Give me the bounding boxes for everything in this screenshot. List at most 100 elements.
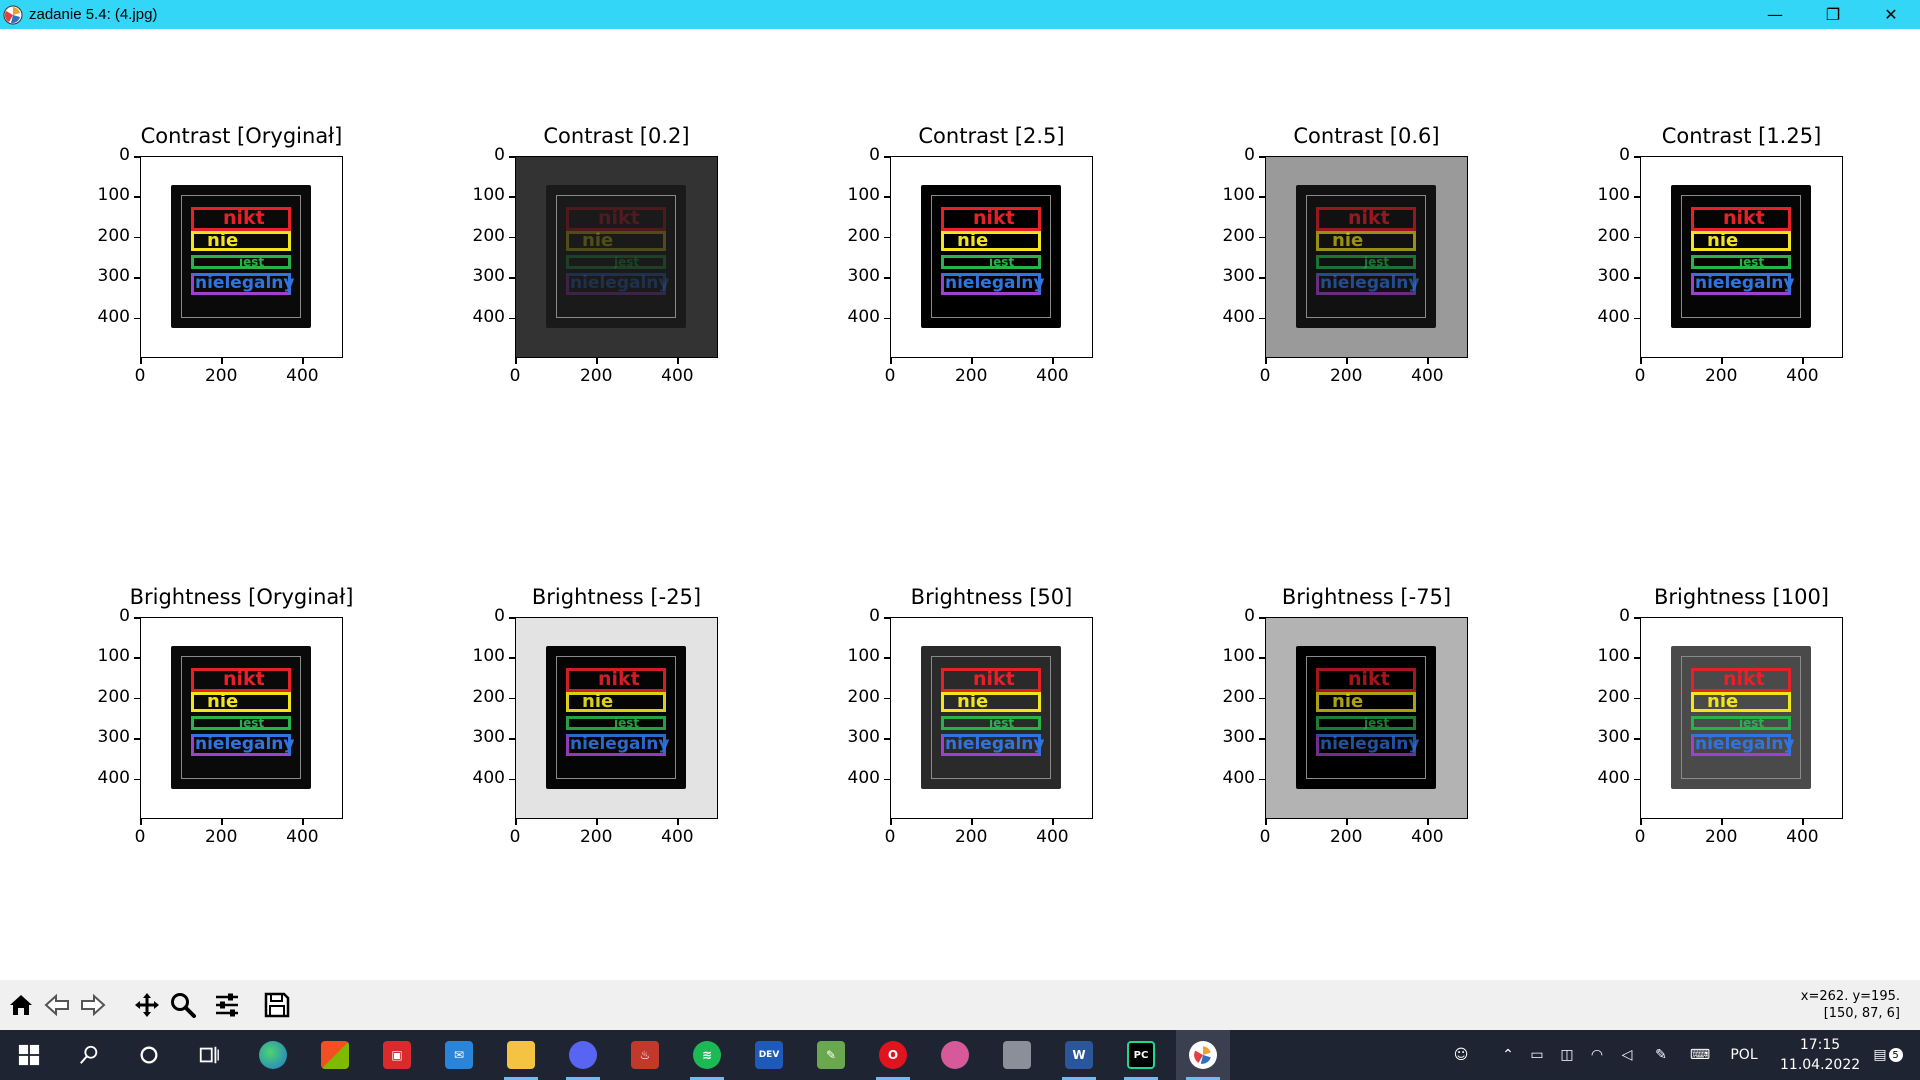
- keyboard-icon[interactable]: ⌨: [1684, 1030, 1716, 1080]
- microsoft-store-icon: [321, 1041, 349, 1069]
- home-icon: [10, 995, 32, 1015]
- taskbar-notepad[interactable]: ✎: [804, 1030, 858, 1080]
- language-indicator[interactable]: POL: [1724, 1030, 1764, 1080]
- home-button[interactable]: [4, 988, 38, 1022]
- search-button[interactable]: [62, 1030, 116, 1080]
- x-tick-mark: [140, 358, 142, 364]
- cortana-button[interactable]: [122, 1030, 176, 1080]
- task-view-button[interactable]: [182, 1030, 236, 1080]
- image-axes[interactable]: nikt nie jest nielegalny: [890, 156, 1093, 358]
- taskbar-pycharm[interactable]: PC: [1114, 1030, 1168, 1080]
- clock[interactable]: 17:15 11.04.2022: [1780, 1035, 1860, 1075]
- sticker-image: nikt nie jest nielegalny: [1671, 646, 1811, 789]
- x-tick-mark: [1052, 819, 1054, 825]
- opera-icon: O: [879, 1041, 907, 1069]
- save-button[interactable]: [260, 988, 294, 1022]
- start-button[interactable]: [2, 1030, 56, 1080]
- wifi-icon[interactable]: ◠: [1584, 1030, 1610, 1080]
- taskbar-dev-app[interactable]: DEV: [742, 1030, 796, 1080]
- y-tick-mark: [884, 317, 890, 320]
- y-tick-label: 200: [1222, 686, 1255, 707]
- taskbar-word[interactable]: W: [1052, 1030, 1106, 1080]
- task-view-icon: [199, 1046, 219, 1064]
- pen-icon[interactable]: ✎: [1648, 1030, 1674, 1080]
- y-tick-label: 400: [97, 306, 130, 327]
- image-axes[interactable]: nikt nie jest nielegalny: [515, 156, 718, 358]
- sticker-word: nie: [207, 230, 239, 251]
- floppy-disk-icon: [264, 992, 290, 1018]
- x-tick-label: 400: [1036, 366, 1069, 386]
- x-tick-mark: [1265, 358, 1267, 364]
- image-axes[interactable]: nikt nie jest nielegalny: [140, 156, 343, 358]
- sticker-word: nielegalny: [945, 734, 1045, 754]
- sticker-word: nikt: [973, 668, 1015, 690]
- y-tick-label: 100: [847, 185, 880, 206]
- y-tick-label: 100: [472, 646, 505, 667]
- discord-icon: [569, 1041, 597, 1069]
- restore-button[interactable]: ❐: [1804, 0, 1862, 29]
- x-tick-label: 0: [884, 827, 896, 847]
- y-tick-label: 200: [1597, 225, 1630, 246]
- image-axes[interactable]: nikt nie jest nielegalny: [515, 617, 718, 819]
- y-tick-label: 300: [97, 727, 130, 748]
- y-tick-label: 200: [847, 686, 880, 707]
- forward-button[interactable]: [76, 988, 110, 1022]
- y-tick-label: 300: [847, 727, 880, 748]
- zoom-button[interactable]: [166, 988, 200, 1022]
- volume-icon[interactable]: ◁: [1614, 1030, 1640, 1080]
- cursor-xy: x=262. y=195.: [1800, 989, 1900, 1004]
- image-axes[interactable]: nikt nie jest nielegalny: [140, 617, 343, 819]
- sticker-word: nielegalny: [195, 273, 295, 293]
- edge-browser-icon: [259, 1041, 287, 1069]
- y-tick-label: 0: [1619, 606, 1630, 626]
- x-tick-mark: [890, 819, 892, 825]
- taskbar-mail[interactable]: ✉: [432, 1030, 486, 1080]
- y-tick-mark: [509, 617, 515, 619]
- subplot-title: Contrast [2.5]: [918, 124, 1065, 148]
- configure-subplots-button[interactable]: [210, 988, 244, 1022]
- notification-center-button[interactable]: ▤ 5: [1864, 1030, 1912, 1080]
- taskbar-edge[interactable]: [246, 1030, 300, 1080]
- x-tick-mark: [971, 819, 973, 825]
- taskbar-store[interactable]: [308, 1030, 362, 1080]
- y-tick-label: 300: [1597, 266, 1630, 287]
- pan-button[interactable]: [130, 988, 164, 1022]
- camera-icon[interactable]: ◫: [1554, 1030, 1580, 1080]
- x-tick-mark: [1346, 358, 1348, 364]
- image-axes[interactable]: nikt nie jest nielegalny: [890, 617, 1093, 819]
- y-tick-label: 200: [1597, 686, 1630, 707]
- image-axes[interactable]: nikt nie jest nielegalny: [1640, 617, 1843, 819]
- subplot-title: Brightness [-75]: [1281, 585, 1452, 609]
- taskbar-gift-app[interactable]: ▣: [370, 1030, 424, 1080]
- taskbar-discord[interactable]: [556, 1030, 610, 1080]
- taskbar-adobe-app[interactable]: ♨: [618, 1030, 672, 1080]
- x-tick-label: 200: [579, 827, 613, 847]
- x-tick-label: 400: [286, 827, 319, 847]
- y-tick-label: 400: [1222, 767, 1255, 788]
- image-axes[interactable]: nikt nie jest nielegalny: [1640, 156, 1843, 358]
- sticker-image: nikt nie jest nielegalny: [546, 185, 686, 328]
- magnifier-icon: [171, 993, 196, 1018]
- taskbar-opera[interactable]: O: [866, 1030, 920, 1080]
- people-icon[interactable]: ☺: [1446, 1030, 1476, 1080]
- close-button[interactable]: ✕: [1862, 0, 1920, 29]
- image-axes[interactable]: nikt nie jest nielegalny: [1265, 617, 1468, 819]
- back-button[interactable]: [40, 988, 74, 1022]
- image-axes[interactable]: nikt nie jest nielegalny: [1265, 156, 1468, 358]
- x-tick-mark: [1802, 358, 1804, 364]
- flame-icon: ♨: [631, 1041, 659, 1069]
- figure-canvas[interactable]: Contrast [Oryginał] nikt nie jest nielegalny…: [0, 29, 1920, 980]
- taskbar-paint[interactable]: [928, 1030, 982, 1080]
- taskbar-app[interactable]: [990, 1030, 1044, 1080]
- taskbar-matplotlib[interactable]: [1176, 1030, 1230, 1080]
- subplot-title: Contrast [0.2]: [543, 124, 690, 148]
- window-controls: — ❐ ✕: [1746, 0, 1920, 29]
- chevron-up-icon[interactable]: ⌃: [1496, 1030, 1520, 1080]
- battery-icon[interactable]: ▭: [1524, 1030, 1550, 1080]
- taskbar-file-explorer[interactable]: [494, 1030, 548, 1080]
- taskbar-spotify[interactable]: ≋: [680, 1030, 734, 1080]
- minimize-button[interactable]: —: [1746, 0, 1804, 29]
- y-tick-label: 200: [472, 686, 505, 707]
- y-tick-mark: [1634, 317, 1640, 320]
- x-tick-label: 200: [1329, 827, 1363, 847]
